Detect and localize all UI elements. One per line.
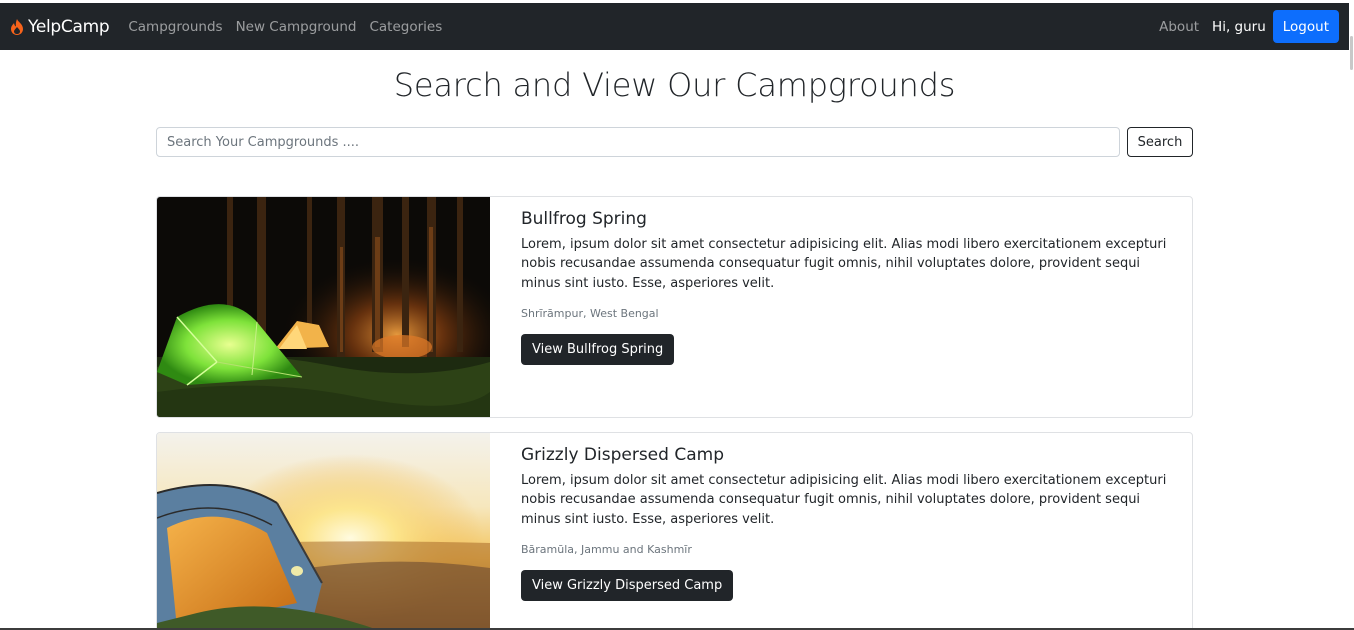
brand-name: YelpCamp [28,16,110,37]
campground-card: Grizzly Dispersed Camp Lorem, ipsum dolo… [156,432,1193,630]
campground-title: Bullfrog Spring [521,209,647,229]
nav-link-categories[interactable]: Categories [369,19,442,35]
campground-location: Bāramūla, Jammu and Kashmīr [521,542,692,556]
search-button[interactable]: Search [1127,127,1193,157]
campground-card-body: Grizzly Dispersed Camp Lorem, ipsum dolo… [521,433,1174,601]
campground-title: Grizzly Dispersed Camp [521,445,724,465]
campground-card: Bullfrog Spring Lorem, ipsum dolor sit a… [156,196,1193,418]
brand-link[interactable]: YelpCamp [10,16,110,37]
page-title: Search and View Our Campgrounds [393,66,956,104]
campground-location: Shrīrāmpur, West Bengal [521,306,659,320]
logout-button[interactable]: Logout [1272,10,1339,43]
page-scrollbar[interactable] [1349,0,1354,630]
nav-links: Campgrounds New Campground Categories [128,19,455,35]
view-campground-button[interactable]: View Bullfrog Spring [521,333,675,365]
campground-description: Lorem, ipsum dolor sit amet consectetur … [521,237,1167,291]
campground-image-sunset-tent [157,433,490,630]
search-input[interactable] [156,127,1120,157]
user-greeting: Hi, guru [1212,18,1266,35]
scrollbar-thumb[interactable] [1350,36,1353,70]
campground-card-body: Bullfrog Spring Lorem, ipsum dolor sit a… [521,197,1174,365]
nav-link-new-campground[interactable]: New Campground [236,19,357,35]
nav-user-area: About Hi, guru Logout [1159,10,1349,43]
campground-description: Lorem, ipsum dolor sit amet consectetur … [521,473,1167,527]
campground-image-night-tents [157,197,490,417]
nav-link-campgrounds[interactable]: Campgrounds [128,19,222,35]
nav-link-about[interactable]: About [1159,19,1199,35]
fire-icon [10,18,24,35]
view-campground-button[interactable]: View Grizzly Dispersed Camp [521,569,734,601]
top-navbar: YelpCamp Campgrounds New Campground Cate… [0,3,1349,50]
